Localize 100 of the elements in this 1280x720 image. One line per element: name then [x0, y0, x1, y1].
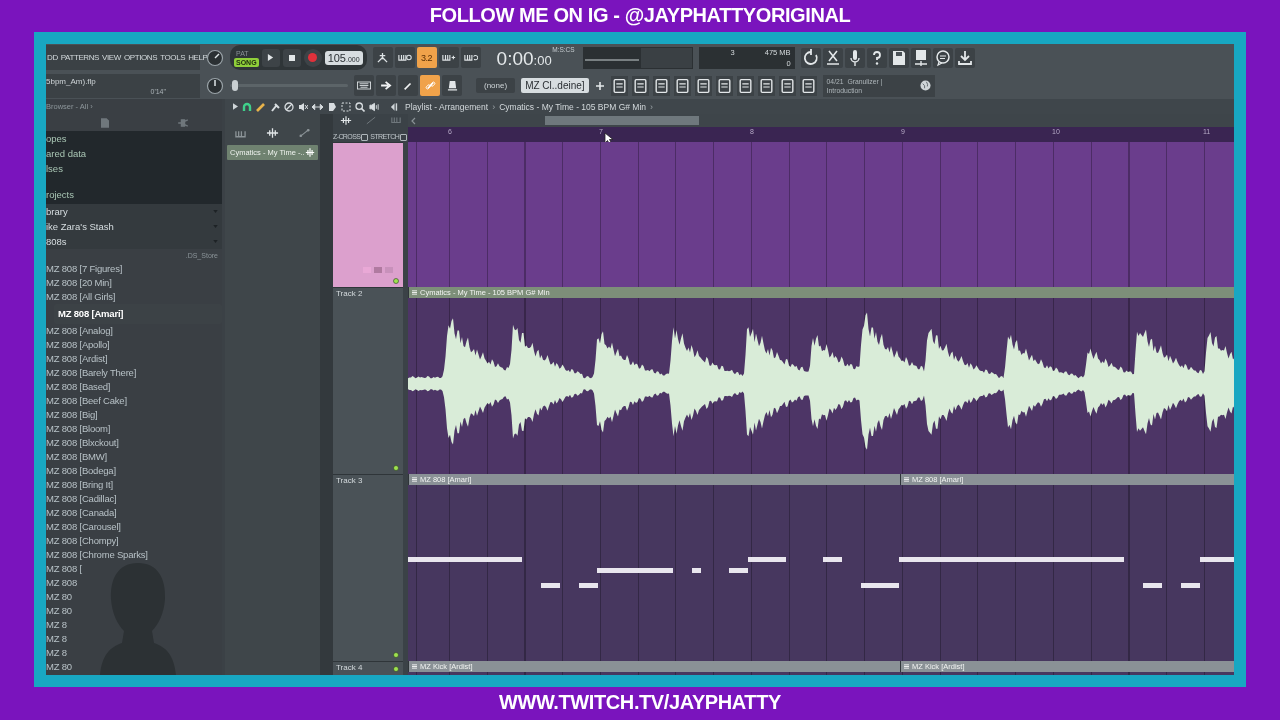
- track-header[interactable]: Track 4: [333, 661, 403, 675]
- track-controls-icon[interactable]: [363, 267, 393, 273]
- slip-icon[interactable]: [312, 101, 323, 112]
- file-item[interactable]: MZ 8: [46, 618, 222, 632]
- play-button[interactable]: [261, 48, 280, 67]
- download-icon[interactable]: [954, 47, 975, 68]
- keyboard-toggle[interactable]: [354, 75, 374, 96]
- track-enabled-icon[interactable]: [393, 465, 399, 471]
- refresh-icon[interactable]: [800, 47, 821, 68]
- step-toggle[interactable]: [438, 47, 459, 68]
- window-icon[interactable]: [694, 75, 712, 96]
- knob-icon[interactable]: [206, 48, 224, 67]
- folder-item[interactable]: brary: [46, 206, 68, 217]
- metronome-toggle[interactable]: [372, 47, 393, 68]
- track-lane[interactable]: [408, 142, 1234, 287]
- menu-item[interactable]: DD: [47, 53, 58, 62]
- window-icon[interactable]: [736, 75, 754, 96]
- file-item[interactable]: MZ 808 [20 Min]: [46, 276, 222, 290]
- file-item[interactable]: MZ 808 [7 Figures]: [46, 262, 222, 276]
- option-checkbox[interactable]: [400, 133, 408, 141]
- stop-button[interactable]: [282, 48, 301, 67]
- window-icon[interactable]: [757, 75, 775, 96]
- file-item[interactable]: MZ 808 [Beef Cake]: [46, 394, 222, 408]
- menu-item[interactable]: TOOLS: [160, 53, 186, 62]
- chat-icon[interactable]: [932, 47, 953, 68]
- export-icon[interactable]: [910, 47, 931, 68]
- folder-item[interactable]: ike Zara's Stash: [46, 221, 114, 232]
- zoom-icon[interactable]: [355, 101, 365, 112]
- window-icon[interactable]: [715, 75, 733, 96]
- arrow-toggle[interactable]: [376, 75, 396, 96]
- file-item[interactable]: MZ 808 [Big]: [46, 408, 222, 422]
- folder-item[interactable]: opes: [46, 131, 222, 146]
- file-item[interactable]: MZ 80: [46, 660, 222, 674]
- pattern-name-field[interactable]: MZ Cl..deine]: [521, 78, 589, 93]
- file-item[interactable]: MZ 80: [46, 604, 222, 618]
- file-item[interactable]: MZ 808 [Ardist]: [46, 352, 222, 366]
- add-pattern-icon[interactable]: [594, 80, 605, 91]
- globe-icon[interactable]: [919, 80, 931, 91]
- folder-item[interactable]: rojects: [46, 187, 222, 202]
- mute-icon[interactable]: [298, 101, 308, 112]
- scrollbar-thumb[interactable]: [545, 116, 699, 125]
- menu-item[interactable]: VIEW: [102, 53, 121, 62]
- file-item[interactable]: MZ 808 [Barely There]: [46, 366, 222, 380]
- file-item[interactable]: MZ 80: [46, 590, 222, 604]
- window-icon[interactable]: [673, 75, 691, 96]
- folder-item[interactable]: 808s: [46, 236, 67, 247]
- pattern-selector[interactable]: (none): [476, 78, 516, 93]
- scroll-left-icon[interactable]: [411, 116, 416, 125]
- link-toggle[interactable]: [420, 75, 440, 96]
- file-item[interactable]: MZ 808 [Apollo]: [46, 338, 222, 352]
- window-icon[interactable]: [631, 75, 649, 96]
- select-icon[interactable]: [341, 101, 351, 112]
- folder-item[interactable]: lses: [46, 161, 222, 176]
- file-item[interactable]: MZ 808 [All Girls]: [46, 290, 222, 304]
- file-item[interactable]: MZ 808 [Bloom]: [46, 422, 222, 436]
- speaker-icon[interactable]: [369, 101, 380, 112]
- file-item[interactable]: MZ 808: [46, 576, 222, 590]
- file-item[interactable]: MZ 808 [Carousel]: [46, 520, 222, 534]
- track-enabled-icon[interactable]: [393, 666, 399, 672]
- window-icon[interactable]: [610, 75, 628, 96]
- knob-icon[interactable]: [206, 76, 224, 95]
- countdown-toggle[interactable]: 3.2: [416, 47, 437, 68]
- file-item[interactable]: MZ 8: [46, 646, 222, 660]
- delete-icon[interactable]: [284, 101, 294, 112]
- file-item[interactable]: MZ 808 [Blxckout]: [46, 436, 222, 450]
- cut-icon[interactable]: [822, 47, 843, 68]
- file-item[interactable]: MZ 808 [Analog]: [46, 324, 222, 338]
- cup-toggle[interactable]: [442, 75, 462, 96]
- play-icon[interactable]: [233, 103, 238, 110]
- file-item[interactable]: MZ 808 [BMW]: [46, 450, 222, 464]
- track-enabled-icon[interactable]: [393, 278, 399, 284]
- option-checkbox[interactable]: [361, 133, 369, 141]
- file-item[interactable]: MZ 8: [46, 632, 222, 646]
- slice-icon[interactable]: [327, 101, 337, 112]
- file-item[interactable]: MZ 808 [Based]: [46, 380, 222, 394]
- master-pitch-slider[interactable]: [231, 80, 238, 91]
- menu-item[interactable]: OPTIONS: [123, 53, 158, 62]
- pen-toggle[interactable]: [398, 75, 418, 96]
- scrollbar[interactable]: [320, 114, 333, 675]
- track-header[interactable]: Track 3: [333, 474, 403, 661]
- file-item[interactable]: MZ 808 [Bodega]: [46, 464, 222, 478]
- file-item[interactable]: MZ 808 [: [46, 562, 222, 576]
- file-item[interactable]: MZ 808 [Chrome Sparks]: [46, 548, 222, 562]
- help-icon[interactable]: [866, 47, 887, 68]
- playlist-pattern-name[interactable]: Cymatics - My Time - 105 BPM G# Min: [499, 101, 647, 112]
- menu-item[interactable]: PATTERNS: [60, 53, 100, 62]
- file-item[interactable]: MZ 808 [Bring It]: [46, 478, 222, 492]
- microphone-icon[interactable]: [844, 47, 865, 68]
- brush-icon[interactable]: [270, 101, 280, 112]
- file-item[interactable]: MZ 808 [Canada]: [46, 506, 222, 520]
- waveform-icon[interactable]: [266, 128, 279, 138]
- waveform-icon[interactable]: [340, 116, 353, 125]
- window-icon[interactable]: [799, 75, 817, 96]
- track-header[interactable]: Track 2: [333, 287, 403, 474]
- window-icon[interactable]: [652, 75, 670, 96]
- file-item[interactable]: MZ 808 [Cadillac]: [46, 492, 222, 506]
- file-item[interactable]: MZ 808 [Chompy]: [46, 534, 222, 548]
- pencil-icon[interactable]: [256, 101, 266, 112]
- window-icon[interactable]: [778, 75, 796, 96]
- magnet-icon[interactable]: [242, 101, 252, 112]
